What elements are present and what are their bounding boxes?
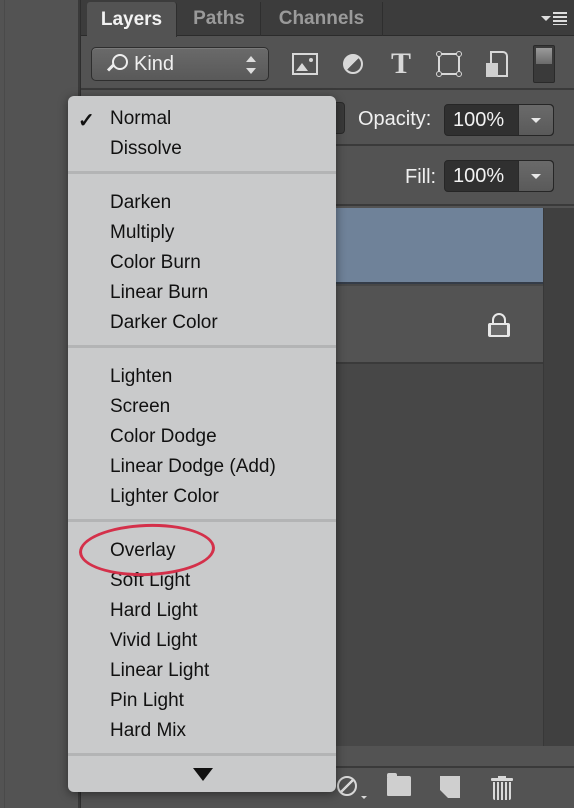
type-filter-icon[interactable]: T [387, 47, 415, 80]
menu-item-multiply[interactable]: Multiply [110, 222, 174, 244]
tab-layers[interactable]: Layers [87, 2, 177, 37]
updown-arrows-icon [246, 56, 256, 74]
menu-item-linear-dodge-add[interactable]: Linear Dodge (Add) [110, 456, 276, 478]
fill-label: Fill: [405, 166, 437, 188]
layers-scrollbar[interactable] [543, 208, 574, 746]
smart-object-filter-icon[interactable] [483, 49, 511, 79]
menu-item-screen[interactable]: Screen [110, 396, 170, 418]
menu-separator [68, 171, 336, 174]
menu-item-lighten[interactable]: Lighten [110, 366, 172, 388]
menu-item-darker-color[interactable]: Darker Color [110, 312, 218, 334]
adjustment-filter-icon[interactable] [339, 49, 367, 79]
menu-item-color-burn[interactable]: Color Burn [110, 252, 201, 274]
checkmark-icon: ✓ [78, 110, 95, 132]
blend-mode-menu: ✓ Normal Dissolve Darken Multiply Color Burn… [68, 96, 336, 792]
tab-paths[interactable]: Paths [178, 2, 261, 36]
menu-item-hard-light[interactable]: Hard Light [110, 600, 198, 622]
menu-item-overlay[interactable]: Overlay [110, 540, 175, 562]
lock-icon [488, 313, 510, 337]
menu-item-darken[interactable]: Darken [110, 192, 171, 214]
adjustment-menu-arrow-icon [361, 796, 367, 799]
panel-menu-icon[interactable] [539, 9, 567, 27]
filter-kind-label: Kind [134, 52, 175, 75]
image-filter-icon[interactable] [291, 49, 319, 79]
new-group-icon[interactable] [387, 773, 411, 796]
menu-separator [68, 345, 336, 348]
menu-item-soft-light[interactable]: Soft Light [110, 570, 190, 592]
menu-item-normal[interactable]: Normal [110, 108, 171, 130]
opacity-dropdown-button[interactable] [518, 105, 553, 135]
new-layer-icon[interactable] [440, 776, 460, 798]
fill-value[interactable]: 100% [445, 165, 525, 188]
menu-item-linear-light[interactable]: Linear Light [110, 660, 209, 682]
menu-item-pin-light[interactable]: Pin Light [110, 690, 184, 712]
new-adjustment-layer-icon[interactable] [337, 776, 357, 796]
search-icon [106, 53, 128, 75]
filter-kind-select[interactable]: Kind [91, 47, 269, 81]
panel-tab-bar: Layers Paths Channels [81, 0, 574, 37]
menu-item-color-dodge[interactable]: Color Dodge [110, 426, 217, 448]
menu-separator [68, 753, 336, 756]
opacity-value[interactable]: 100% [445, 109, 525, 132]
filter-toggle[interactable] [533, 45, 555, 83]
shape-filter-icon[interactable] [435, 49, 463, 79]
menu-item-linear-burn[interactable]: Linear Burn [110, 282, 208, 304]
opacity-field[interactable]: 100% [444, 104, 554, 136]
tab-channels[interactable]: Channels [261, 2, 383, 36]
menu-item-hard-mix[interactable]: Hard Mix [110, 720, 186, 742]
opacity-label: Opacity: [358, 108, 432, 130]
scroll-down-arrow-icon[interactable] [193, 768, 213, 781]
menu-separator [68, 519, 336, 522]
menu-item-dissolve[interactable]: Dissolve [110, 138, 182, 160]
menu-item-vivid-light[interactable]: Vivid Light [110, 630, 197, 652]
delete-layer-icon[interactable] [491, 776, 513, 800]
filter-row: Kind T [81, 37, 574, 90]
menu-item-lighter-color[interactable]: Lighter Color [110, 486, 219, 508]
fill-field[interactable]: 100% [444, 160, 554, 192]
fill-dropdown-button[interactable] [518, 161, 553, 191]
